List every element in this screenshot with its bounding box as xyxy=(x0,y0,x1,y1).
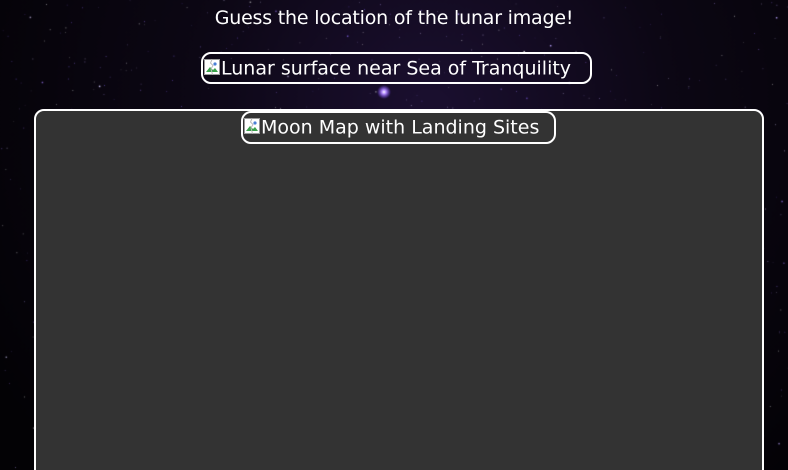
lunar-image: Lunar surface near Sea of Tranquility xyxy=(201,52,592,84)
moon-map-alt-text: Moon Map with Landing Sites xyxy=(261,116,540,139)
broken-image-icon xyxy=(244,118,260,134)
moon-map-image[interactable]: Moon Map with Landing Sites xyxy=(241,111,556,144)
broken-image-icon xyxy=(204,59,220,75)
page: Guess the location of the lunar image! L… xyxy=(0,0,788,470)
moon-map-panel[interactable]: Moon Map with Landing Sites xyxy=(34,109,764,470)
lunar-image-alt-text: Lunar surface near Sea of Tranquility xyxy=(221,57,572,80)
page-title: Guess the location of the lunar image! xyxy=(214,7,574,29)
